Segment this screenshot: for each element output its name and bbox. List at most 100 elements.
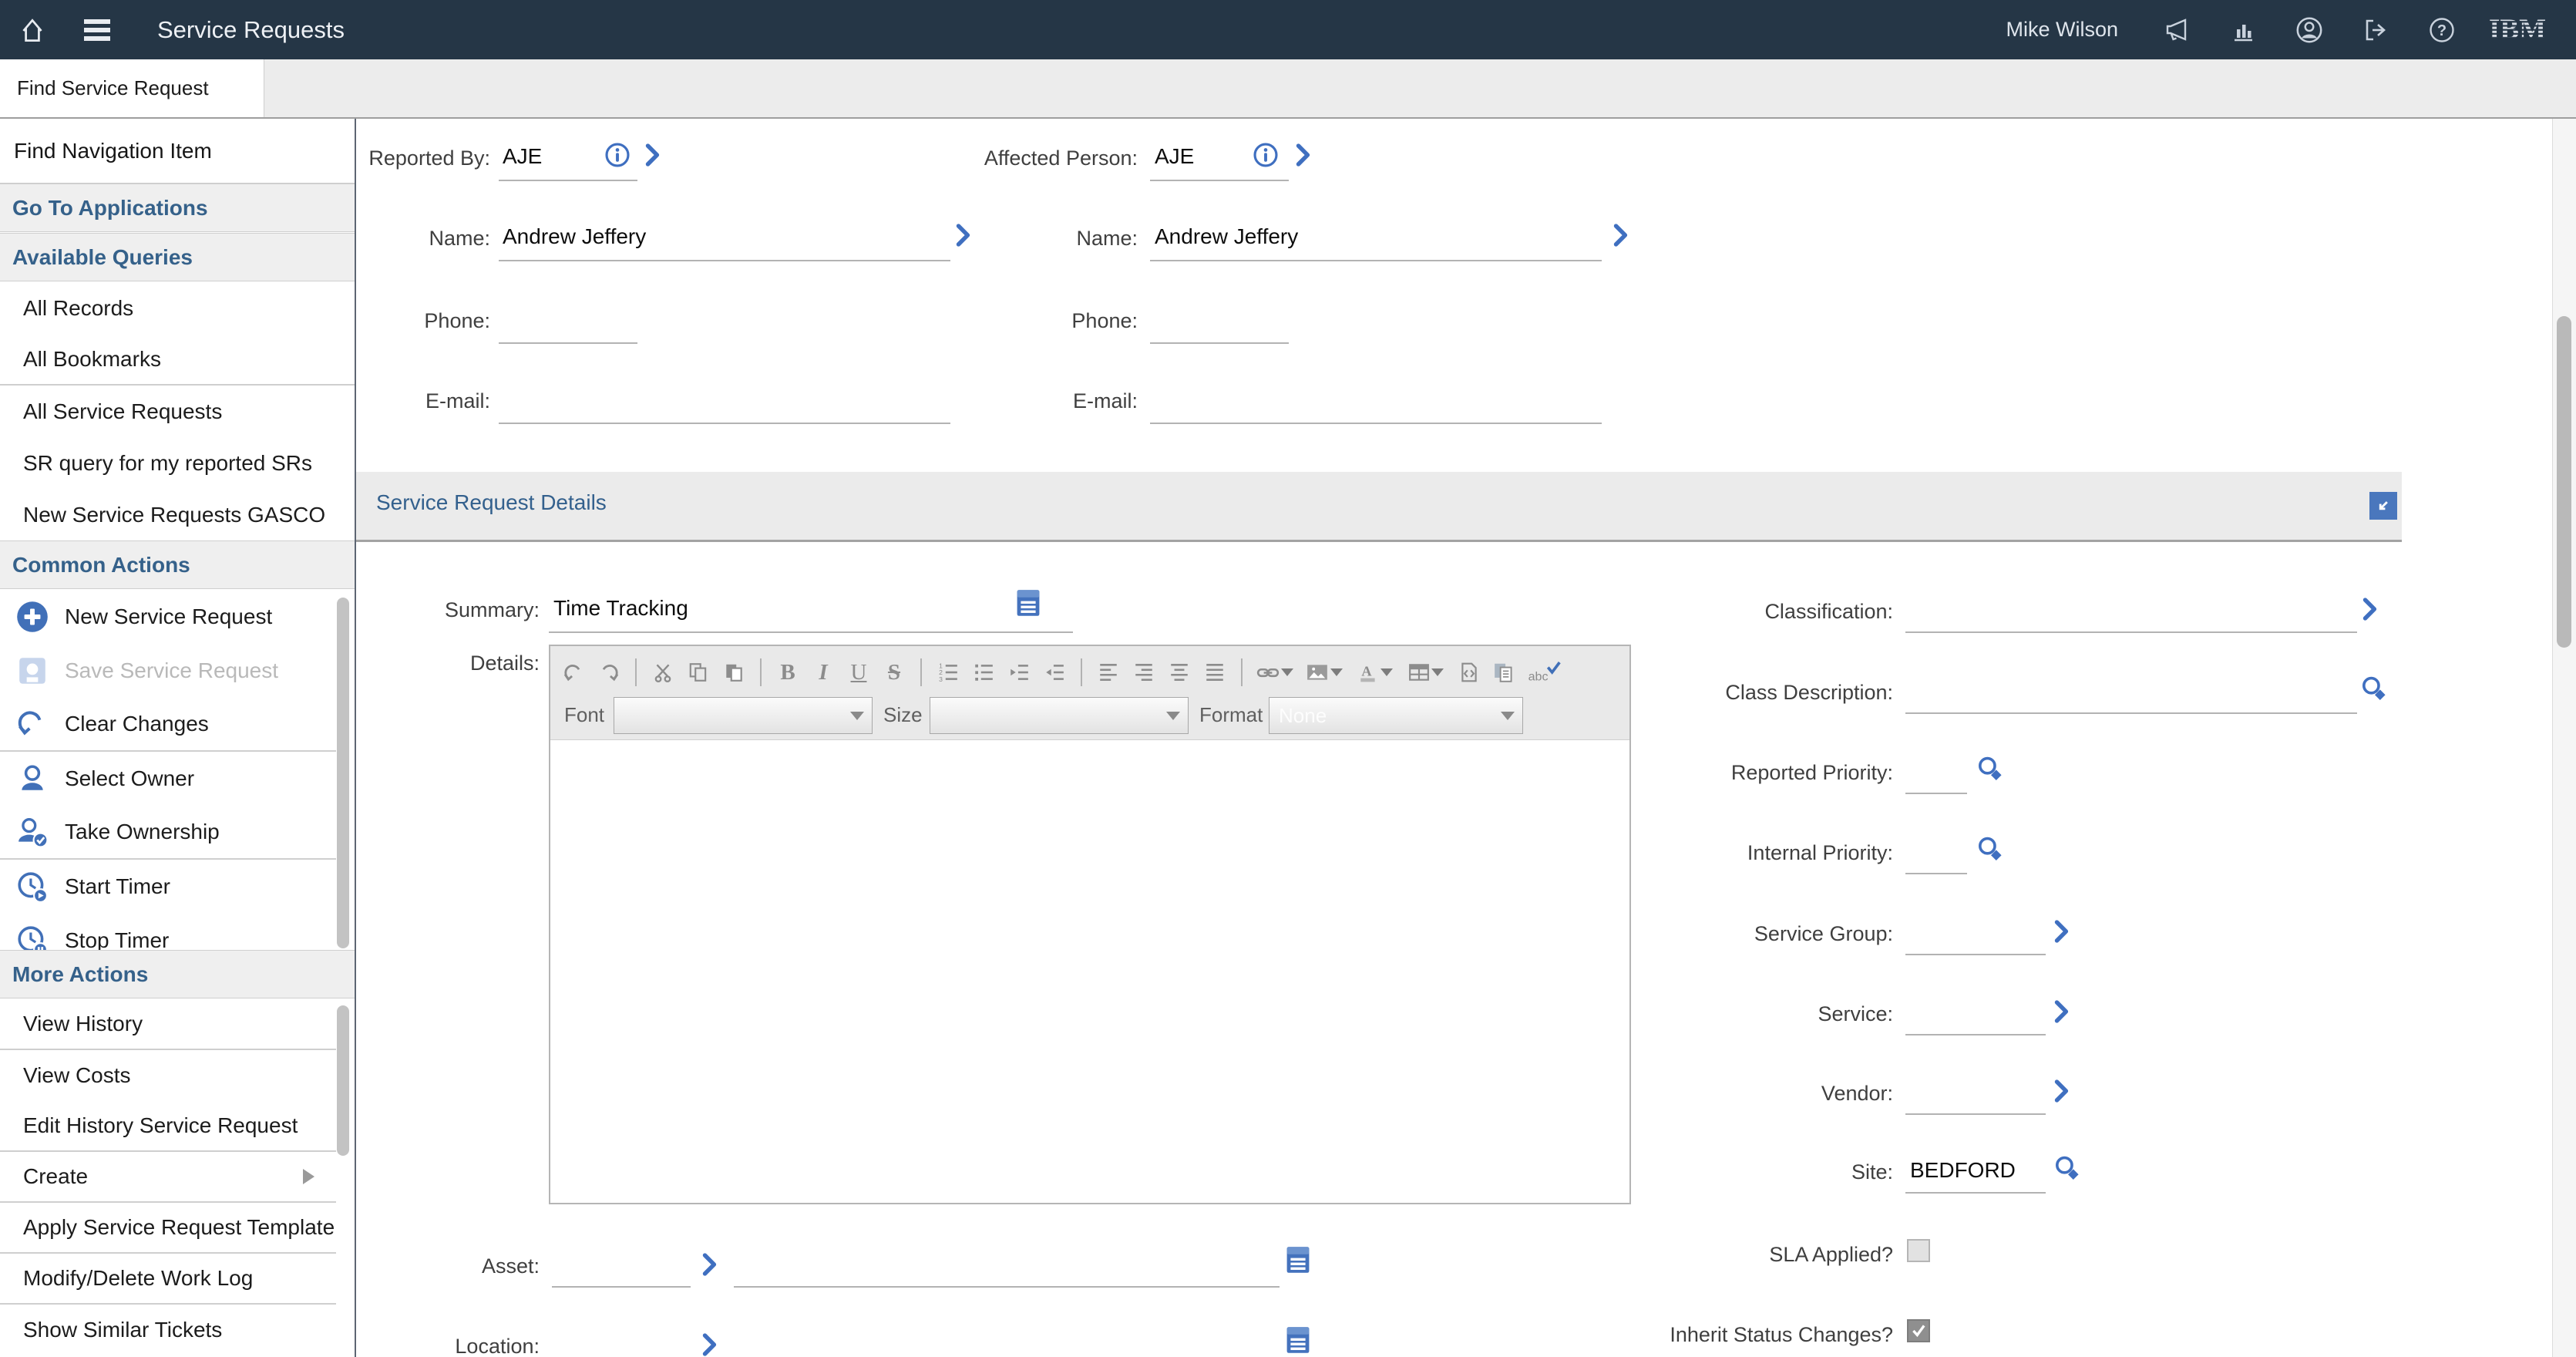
action-create-submenu[interactable]: Create [0, 1152, 336, 1203]
size-select[interactable] [930, 697, 1189, 734]
page-scrollbar[interactable] [2552, 119, 2576, 1357]
sidebar-section-more-actions[interactable]: More Actions [0, 950, 355, 998]
affected-person-value[interactable]: AJE [1155, 141, 1194, 172]
reported-by-info-icon[interactable] [604, 142, 631, 168]
underline-icon[interactable]: U [845, 658, 873, 686]
action-clear-changes[interactable]: Clear Changes [0, 698, 336, 752]
summary-value[interactable]: Time Tracking [553, 593, 688, 624]
reported-priority-search-icon[interactable] [1976, 756, 2004, 783]
align-center-icon[interactable] [1165, 658, 1193, 686]
location-long-description-icon[interactable] [1286, 1326, 1310, 1354]
format-select[interactable]: None [1269, 697, 1523, 734]
query-item-new-service-requests-gasco[interactable]: New Service Requests GASCO [0, 489, 355, 540]
font-select[interactable] [614, 697, 873, 734]
service-select-icon[interactable] [2052, 999, 2072, 1024]
outdent-icon[interactable] [1041, 658, 1068, 686]
bullet-list-icon[interactable] [970, 658, 997, 686]
italic-icon[interactable]: I [809, 658, 837, 686]
find-navigation-item[interactable]: Find Navigation Item [0, 119, 355, 184]
strikethrough-icon[interactable]: S [880, 658, 908, 686]
sidebar-scrollbar-more[interactable] [337, 1005, 349, 1156]
service-request-details-section-header[interactable]: Service Request Details [356, 472, 2402, 542]
asset-select-icon[interactable] [700, 1252, 720, 1277]
collapse-section-icon[interactable] [2369, 492, 2397, 520]
sign-out-icon[interactable] [2354, 8, 2397, 52]
reported-email-underline[interactable] [499, 423, 950, 424]
spell-check-icon[interactable]: abc [1526, 658, 1563, 686]
font-color-icon[interactable]: A [1354, 658, 1397, 686]
cut-icon[interactable] [649, 658, 677, 686]
profile-icon[interactable] [2288, 8, 2331, 52]
undo-icon[interactable] [560, 658, 587, 686]
user-name[interactable]: Mike Wilson [2006, 18, 2118, 42]
view-source-icon[interactable] [1455, 658, 1483, 686]
asset-underline[interactable] [552, 1286, 691, 1288]
align-left-icon[interactable] [1095, 658, 1122, 686]
action-new-service-request[interactable]: New Service Request [0, 590, 336, 644]
copy-icon[interactable] [684, 658, 712, 686]
indent-icon[interactable] [1005, 658, 1033, 686]
help-icon[interactable]: ? [2420, 8, 2463, 52]
action-select-owner[interactable]: Select Owner [0, 752, 336, 806]
class-description-search-icon[interactable] [2360, 675, 2388, 703]
vendor-select-icon[interactable] [2052, 1079, 2072, 1103]
service-underline[interactable] [1905, 1034, 2046, 1035]
details-text-area[interactable] [550, 740, 1629, 1203]
reported-by-value[interactable]: AJE [503, 141, 542, 172]
justify-icon[interactable] [1201, 658, 1229, 686]
internal-priority-underline[interactable] [1905, 873, 1967, 874]
class-description-underline[interactable] [1905, 712, 2357, 714]
classification-underline[interactable] [1905, 631, 2357, 633]
vendor-underline[interactable] [1905, 1113, 2046, 1115]
redo-icon[interactable] [595, 658, 623, 686]
action-modify-delete-work-log[interactable]: Modify/Delete Work Log [0, 1254, 336, 1305]
sla-applied-checkbox[interactable] [1907, 1239, 1930, 1262]
paste-formatted-icon[interactable] [1491, 658, 1518, 686]
ordered-list-icon[interactable]: 123 [934, 658, 962, 686]
align-right-icon[interactable] [1130, 658, 1158, 686]
table-icon[interactable] [1404, 658, 1448, 686]
query-item-all-bookmarks[interactable]: All Bookmarks [0, 334, 355, 386]
query-item-all-service-requests[interactable]: All Service Requests [0, 386, 355, 437]
summary-long-description-icon[interactable] [1016, 589, 1041, 617]
search-input[interactable] [0, 59, 264, 117]
paste-icon[interactable] [720, 658, 748, 686]
reported-name-value[interactable]: Andrew Jeffery [503, 221, 646, 252]
action-edit-history-service-request[interactable]: Edit History Service Request [0, 1101, 336, 1152]
affected-name-value[interactable]: Andrew Jeffery [1155, 221, 1298, 252]
classification-select-icon[interactable] [2360, 597, 2380, 621]
asset-description-underline[interactable] [734, 1286, 1280, 1288]
action-show-similar-tickets[interactable]: Show Similar Tickets [0, 1305, 336, 1355]
action-view-costs[interactable]: View Costs [0, 1050, 336, 1101]
menu-icon[interactable] [76, 8, 119, 52]
action-take-ownership[interactable]: Take Ownership [0, 806, 336, 860]
inherit-status-checkbox[interactable] [1907, 1319, 1930, 1342]
home-icon[interactable] [11, 8, 54, 52]
affected-phone-underline[interactable] [1150, 342, 1289, 344]
service-group-select-icon[interactable] [2052, 919, 2072, 944]
link-icon[interactable] [1255, 658, 1295, 686]
query-item-sr-query-my-reported[interactable]: SR query for my reported SRs [0, 437, 355, 489]
reports-icon[interactable] [2221, 8, 2265, 52]
affected-name-select-icon[interactable] [1611, 223, 1631, 247]
internal-priority-search-icon[interactable] [1976, 836, 2004, 864]
page-scrollbar-thumb[interactable] [2557, 316, 2571, 648]
image-icon[interactable] [1303, 658, 1346, 686]
affected-person-select-icon[interactable] [1293, 143, 1313, 167]
query-item-all-records[interactable]: All Records [0, 282, 355, 334]
location-select-icon[interactable] [700, 1332, 720, 1357]
sidebar-section-common-actions[interactable]: Common Actions [0, 540, 355, 589]
site-value[interactable]: BEDFORD [1910, 1155, 2016, 1186]
affected-person-info-icon[interactable] [1253, 142, 1279, 168]
action-view-history[interactable]: View History [0, 999, 336, 1050]
reported-phone-underline[interactable] [499, 342, 637, 344]
announcements-icon[interactable] [2155, 8, 2198, 52]
details-rich-text-editor[interactable]: B I U S 123 A [549, 645, 1631, 1204]
reported-by-select-icon[interactable] [643, 143, 663, 167]
asset-long-description-icon[interactable] [1286, 1246, 1310, 1274]
sidebar-section-available-queries[interactable]: Available Queries [0, 233, 355, 281]
affected-email-underline[interactable] [1150, 423, 1602, 424]
action-apply-service-request-template[interactable]: Apply Service Request Template [0, 1203, 336, 1254]
site-search-icon[interactable] [2053, 1155, 2081, 1183]
sidebar-section-go-to-applications[interactable]: Go To Applications [0, 184, 355, 232]
